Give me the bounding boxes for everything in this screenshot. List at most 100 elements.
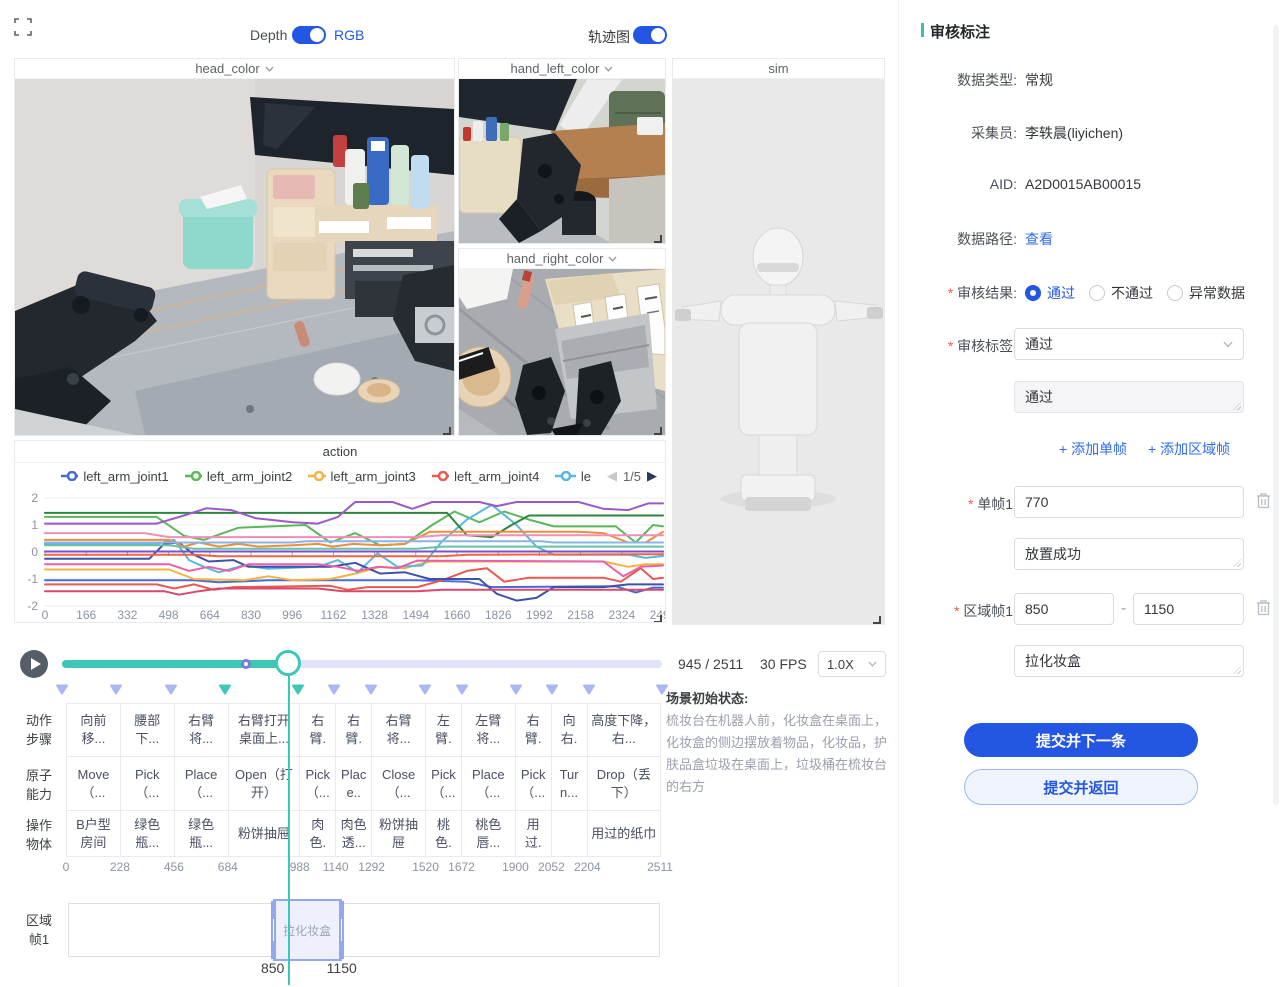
step-boundary-marker-icon[interactable] [327, 682, 341, 700]
submit-return-button[interactable]: 提交并返回 [964, 769, 1198, 805]
review-tag-note-textarea[interactable]: 通过 [1014, 381, 1244, 413]
timeline-cell: Place（... [462, 757, 516, 810]
svg-text:498: 498 [159, 608, 179, 622]
delete-single-frame-icon[interactable] [1256, 492, 1272, 510]
playback-slider[interactable] [62, 660, 662, 668]
timeline-cell: Turn... [552, 757, 588, 810]
step-boundary-marker-icon[interactable] [291, 682, 305, 700]
step-boundary-marker-icon[interactable] [545, 682, 559, 700]
radio-option-label[interactable]: 通过 [1047, 283, 1075, 303]
svg-text:1660: 1660 [444, 608, 471, 622]
hand-right-camera-title: hand_right_color [507, 251, 604, 266]
timeline-cell: 肉色透... [336, 811, 372, 856]
depth-rgb-toggle[interactable] [292, 26, 326, 44]
svg-text:0: 0 [42, 608, 49, 622]
fullscreen-icon[interactable] [14, 18, 32, 36]
region-segment-label: 拉化妆盒 [283, 922, 331, 939]
timeline-cell: 右臂将... [372, 704, 426, 756]
step-boundary-marker-icon[interactable] [364, 682, 378, 700]
scene-initial-state: 场景初始状态: 梳妆台在机器人前，化妆盒在桌面上，化妆盒的侧边摆放着物品，化妆品… [666, 688, 894, 798]
step-boundary-marker-icon[interactable] [164, 682, 178, 700]
region-right-handle[interactable] [339, 901, 344, 959]
review-tag-select[interactable]: 通过 [1014, 328, 1244, 360]
step-boundary-marker-icon[interactable] [509, 682, 523, 700]
sim-panel: sim [672, 58, 885, 625]
chevron-down-icon [1223, 341, 1233, 348]
timeline-cell: Place（... [175, 757, 229, 810]
add-single-frame-link[interactable]: + 添加单帧 [1059, 439, 1127, 459]
legend-item[interactable]: left_arm_joint3 [308, 469, 416, 484]
sim-panel-title: sim [673, 59, 884, 79]
action-chart-panel: action left_arm_joint1 left_arm_joint2 l… [14, 440, 666, 623]
frame-scale-label: 2052 [538, 860, 565, 874]
legend-next-icon[interactable]: ▶ [647, 468, 657, 484]
region-end-input[interactable] [1133, 593, 1244, 625]
svg-text:664: 664 [200, 608, 220, 622]
radio-option-label[interactable]: 不通过 [1111, 283, 1153, 303]
step-boundary-marker-icon[interactable] [418, 682, 432, 700]
region-start-input[interactable] [1014, 593, 1114, 625]
timeline-cell: Pick（... [300, 757, 336, 810]
region-end-value: 1150 [327, 960, 357, 976]
svg-text:2158: 2158 [567, 608, 594, 622]
data-type-value: 常规 [1025, 70, 1053, 90]
frame-scale-label: 2204 [574, 860, 601, 874]
radio-unselected[interactable] [1089, 285, 1105, 301]
legend-item[interactable]: left_arm_joint1 [61, 469, 169, 484]
sim-robot-view [673, 79, 884, 624]
step-boundary-marker-icon[interactable] [55, 682, 69, 700]
timeline-cell: 向前移... [67, 704, 121, 756]
radio-selected[interactable] [1025, 285, 1041, 301]
delete-region-frame-icon[interactable] [1256, 599, 1272, 617]
hand-right-camera-image [459, 269, 665, 435]
resize-handle-icon[interactable] [441, 423, 452, 434]
submit-next-button[interactable]: 提交并下一条 [964, 723, 1198, 757]
hand-right-camera-selector[interactable]: hand_right_color [459, 249, 665, 269]
resize-handle-icon[interactable] [652, 423, 663, 434]
trajectory-toggle[interactable] [633, 26, 667, 44]
play-button[interactable] [20, 650, 48, 678]
legend-prev-icon[interactable]: ◀ [607, 468, 617, 484]
head-camera-panel: head_color [14, 58, 455, 436]
hand-right-camera-panel: hand_right_color [458, 248, 666, 436]
single-frame-marker-dot[interactable] [241, 659, 251, 669]
timeline-cell: 左臂. [426, 704, 462, 756]
timeline-cell: 粉饼抽屉 [372, 811, 426, 856]
slider-handle[interactable] [275, 650, 301, 676]
resize-handle-icon[interactable] [652, 611, 663, 622]
svg-text:2324: 2324 [608, 608, 635, 622]
frame-counter: 945 / 2511 [678, 656, 743, 672]
data-path-view-link[interactable]: 查看 [1025, 229, 1053, 249]
step-boundary-marker-icon[interactable] [109, 682, 123, 700]
speed-select[interactable]: 1.0X [818, 651, 886, 677]
step-boundary-marker-icon[interactable] [582, 682, 596, 700]
timeline-cell: Place.. [336, 757, 372, 810]
region-left-handle[interactable] [271, 901, 276, 959]
frame-scale-label: 1140 [323, 860, 349, 874]
resize-handle-icon[interactable] [652, 231, 663, 242]
step-boundary-marker-icon[interactable] [218, 682, 232, 700]
radio-option-label[interactable]: 异常数据 [1189, 283, 1245, 303]
legend-item[interactable]: le [555, 469, 591, 484]
hand-left-camera-selector[interactable]: hand_left_color [459, 59, 665, 79]
radio-unselected[interactable] [1167, 285, 1183, 301]
svg-text:0: 0 [31, 545, 38, 559]
head-camera-selector[interactable]: head_color [15, 59, 454, 79]
single-frame-note-textarea[interactable]: 放置成功 [1014, 538, 1244, 570]
frame-scale-label: 684 [218, 860, 238, 874]
legend-item[interactable]: left_arm_joint4 [432, 469, 540, 484]
playhead-line [288, 664, 290, 985]
region-frame-segment[interactable]: 拉化妆盒 [273, 899, 342, 961]
region-frame-track[interactable] [68, 903, 660, 957]
legend-item[interactable]: left_arm_joint2 [185, 469, 293, 484]
svg-text:1992: 1992 [526, 608, 553, 622]
frame-scale-label: 1520 [412, 860, 439, 874]
panel-scrollbar[interactable] [1273, 25, 1279, 805]
resize-handle-icon[interactable] [871, 612, 882, 623]
timeline-cell: Move（... [67, 757, 121, 810]
add-region-frame-link[interactable]: + 添加区域帧 [1148, 439, 1230, 459]
single-frame-input[interactable] [1014, 486, 1244, 518]
region-frame-note-textarea[interactable]: 拉化妆盒 [1014, 645, 1244, 677]
timeline-row: B户型房间绿色瓶...绿色瓶...粉饼抽屉肉色.肉色透...粉饼抽屉桃色.桃色唇… [67, 811, 660, 856]
step-boundary-marker-icon[interactable] [455, 682, 469, 700]
